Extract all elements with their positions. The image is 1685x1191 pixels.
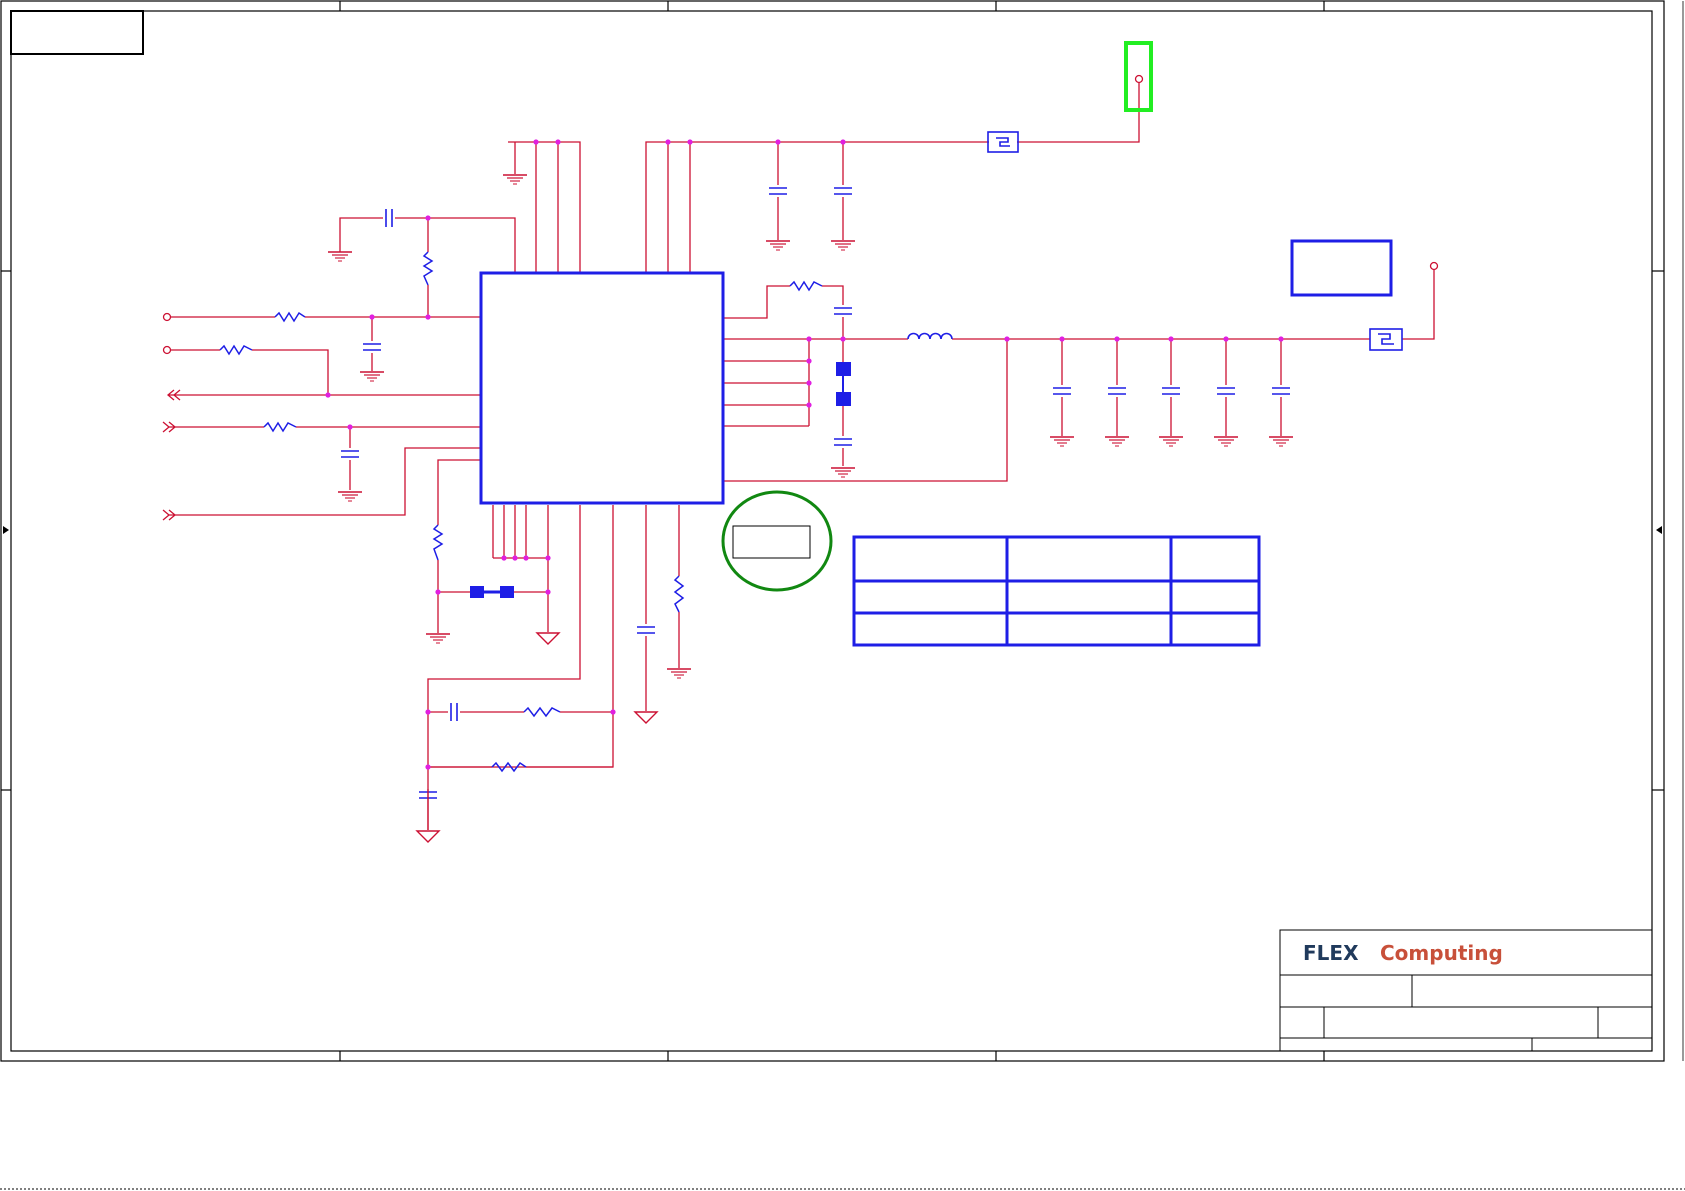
port-connectors [162, 74, 1439, 355]
capacitor-c7 [833, 438, 853, 446]
svg-text:Computing: Computing [1380, 941, 1503, 965]
capacitor-c12 [1107, 387, 1127, 395]
capacitor-c4 [768, 187, 788, 195]
ground-symbols [327, 174, 1294, 843]
resistors [219, 251, 823, 773]
capacitor-c1 [385, 208, 393, 228]
port-arrows [162, 389, 181, 521]
capacitor-c13 [1161, 387, 1181, 395]
sheet-label-box [10, 10, 144, 55]
resistor-r1 [274, 311, 306, 323]
capacitor-c15 [1271, 387, 1291, 395]
inductor-l1 [907, 332, 953, 340]
ferrite-bead-right [1369, 328, 1403, 351]
option-table [852, 535, 1261, 647]
capacitor-c11 [1052, 387, 1072, 395]
port-arrow-in-2 [162, 509, 171, 521]
company-logo: FLEX Computing [1303, 941, 1503, 965]
port-circle-1 [162, 312, 172, 322]
resistor-r5 [432, 524, 444, 561]
wires [168, 79, 1435, 830]
capacitors [340, 187, 1291, 799]
svg-text:FLEX: FLEX [1303, 941, 1359, 965]
capacitor-c5 [833, 187, 853, 195]
resistor-r7 [523, 706, 561, 718]
main-ic [479, 271, 725, 505]
capacitor-c14 [1216, 387, 1236, 395]
capacitor-c3 [340, 450, 360, 458]
port-circle-right [1429, 261, 1439, 271]
capacitor-c8 [450, 702, 458, 722]
resistor-r9 [673, 575, 685, 613]
capacitor-c2 [362, 343, 382, 351]
note-label-box [732, 525, 811, 559]
note-box-blue [1290, 239, 1393, 297]
resistor-r2 [219, 344, 253, 356]
resistor-r3 [263, 421, 297, 433]
schematic-sheet: FLEX Computing [0, 0, 1685, 1190]
port-circle-2 [162, 345, 172, 355]
jumper-j1 [836, 362, 851, 406]
port-circle-top [1134, 74, 1144, 84]
jumper-j2 [470, 586, 514, 598]
frame-arrow-left [3, 526, 9, 534]
resistor-r6 [789, 280, 823, 292]
port-arrow-in-1 [162, 421, 171, 433]
resistor-r4 [422, 251, 434, 286]
ferrite-bead-top [987, 131, 1019, 153]
junction-dots [325, 139, 1284, 770]
note-circle-green [721, 490, 833, 592]
capacitor-c6 [833, 307, 853, 315]
frame-arrow-right [1656, 526, 1662, 534]
capacitor-c10 [636, 626, 656, 634]
